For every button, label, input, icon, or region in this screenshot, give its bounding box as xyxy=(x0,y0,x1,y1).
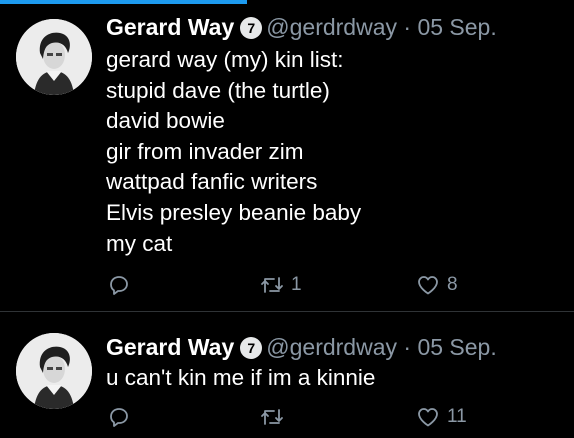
like-count: 8 xyxy=(447,274,458,295)
like-icon xyxy=(418,408,438,427)
author-name[interactable]: Gerard Way xyxy=(106,14,234,40)
tweet-text-line: u can't kin me if im a kinnie xyxy=(106,365,376,390)
tweet-text-line: wattpad fanfic writers xyxy=(106,169,318,195)
tweet-text: gerard way (my) kin list: stupid dave (t… xyxy=(106,45,361,259)
avatar-photo xyxy=(16,333,92,409)
avatar-photo xyxy=(16,19,92,95)
tweet-actions: 1 8 xyxy=(0,270,574,300)
tweet-header: Gerard Way 7 @gerdrdway · 05 Sep. xyxy=(106,13,497,41)
avatar[interactable] xyxy=(16,333,92,409)
badge-icon: 7 xyxy=(240,337,263,359)
tweet-text-line: stupid dave (the turtle) xyxy=(106,77,330,103)
header-separator: · xyxy=(403,334,412,360)
retweet-icon xyxy=(261,409,283,425)
reply-icon xyxy=(110,408,128,427)
reply-button[interactable] xyxy=(107,402,131,432)
reply-icon xyxy=(110,276,128,295)
tweet-actions: 11 xyxy=(0,402,574,432)
retweet-button[interactable]: 1 xyxy=(260,270,302,300)
author-handle[interactable]: @gerdrdway xyxy=(266,334,397,360)
header-separator: · xyxy=(403,14,412,40)
author-handle[interactable]: @gerdrdway xyxy=(266,14,397,40)
like-button[interactable]: 11 xyxy=(416,402,467,432)
retweet-button[interactable] xyxy=(260,402,284,432)
like-button[interactable]: 8 xyxy=(416,270,458,300)
author-name[interactable]: Gerard Way xyxy=(106,334,234,360)
retweet-icon xyxy=(261,277,283,293)
tweet-text-line: david bowie xyxy=(106,108,225,134)
tweet-header: Gerard Way 7 @gerdrdway · 05 Sep. xyxy=(106,333,497,361)
tweet-text-line: gir from invader zim xyxy=(106,138,304,164)
retweet-count: 1 xyxy=(291,274,302,295)
tweet-date[interactable]: 05 Sep. xyxy=(417,334,496,360)
tweet-text-line: Elvis presley beanie baby xyxy=(106,199,362,225)
like-count: 11 xyxy=(447,406,467,427)
tweet-text: u can't kin me if im a kinnie xyxy=(106,363,375,394)
tweet-text-line: gerard way (my) kin list: xyxy=(106,47,344,72)
badge-icon: 7 xyxy=(240,17,263,39)
avatar[interactable] xyxy=(16,19,92,95)
like-icon xyxy=(418,276,438,295)
tweet-text-line: my cat xyxy=(106,230,173,256)
tweet[interactable]: Gerard Way 7 @gerdrdway · 05 Sep. gerard w… xyxy=(0,0,574,311)
tweet-date[interactable]: 05 Sep. xyxy=(417,14,496,40)
reply-button[interactable] xyxy=(107,270,131,300)
